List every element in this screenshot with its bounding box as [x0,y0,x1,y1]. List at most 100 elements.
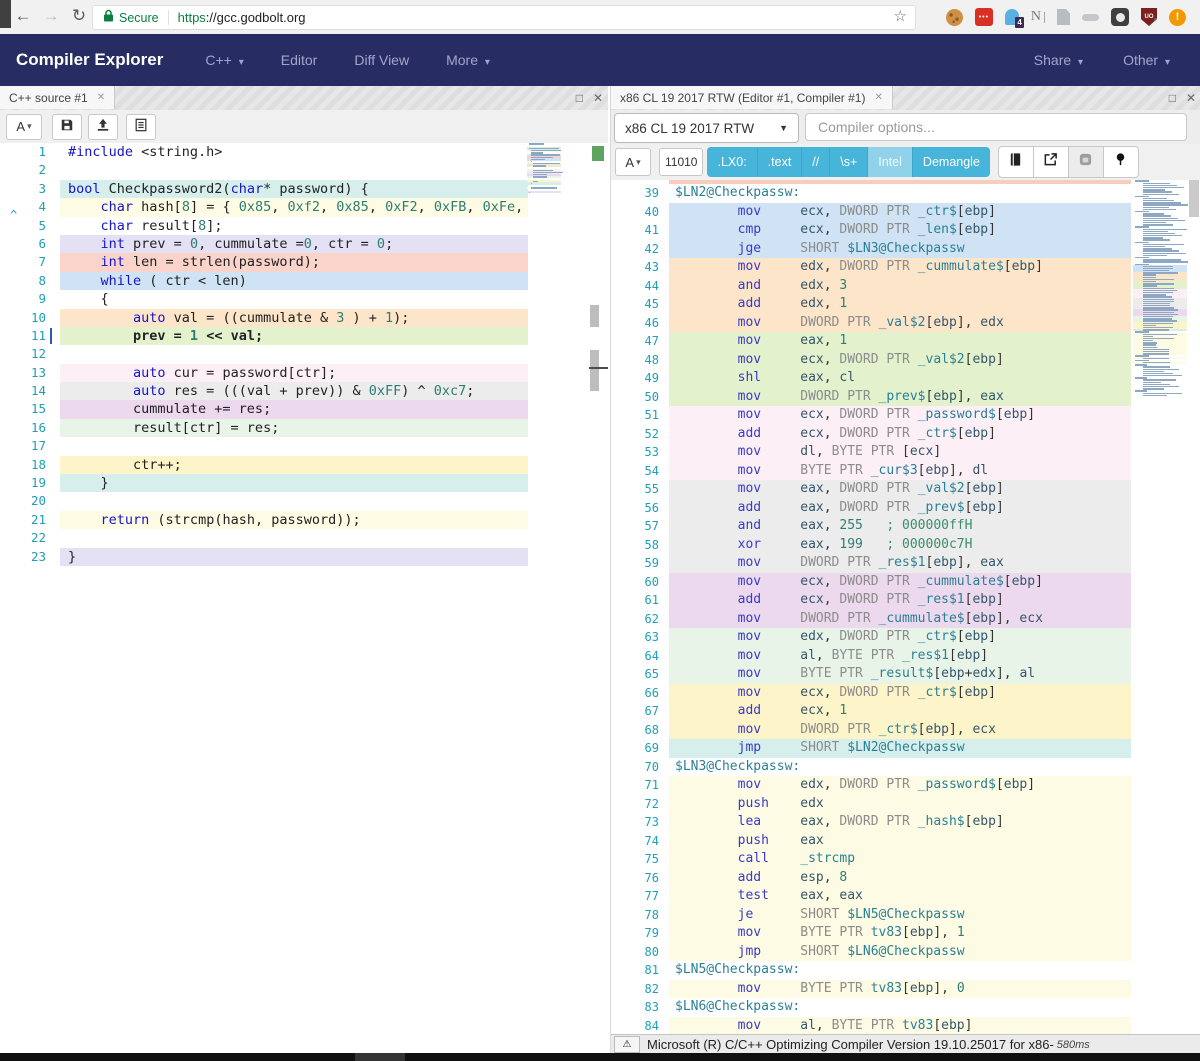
asm-code-line[interactable]: 50 mov DWORD PTR _prev$[ebp], eax [611,388,1200,407]
asm-code-line[interactable]: 83$LN6@Checkpassw: [611,998,1200,1017]
cookie-extension-icon[interactable] [946,9,963,26]
source-code-line[interactable]: 5 char result[8]; [0,217,608,235]
asm-code-line[interactable]: 57 and eax, 255 ; 000000ffH [611,517,1200,536]
source-code-line[interactable]: 22 [0,529,608,547]
maximize-icon[interactable]: □ [576,91,583,105]
asm-code-line[interactable]: 45 add edx, 1 [611,295,1200,314]
asm-code-line[interactable]: 42 jge SHORT $LN3@Checkpassw [611,240,1200,259]
fold-marker-icon[interactable]: ^ [10,208,17,222]
source-minimap[interactable] [527,143,561,193]
asm-code-line[interactable]: 75 call _strcmp [611,850,1200,869]
source-code-editor[interactable]: 1#include <string.h>23bool Checkpassword… [0,143,608,1053]
assembly-scrollbar-thumb[interactable] [1189,180,1199,217]
asm-code-line[interactable]: 67 add ecx, 1 [611,702,1200,721]
asm-code-line[interactable]: 48 mov ecx, DWORD PTR _val$2[ebp] [611,351,1200,370]
asm-code-line[interactable]: 53 mov dl, BYTE PTR [ecx] [611,443,1200,462]
document-extension-icon[interactable] [1057,9,1070,25]
source-code-line[interactable]: 18 ctr++; [0,456,608,474]
asm-code-line[interactable]: 66 mov ecx, DWORD PTR _ctr$[ebp] [611,684,1200,703]
asm-code-line[interactable]: 55 mov eax, DWORD PTR _val$2[ebp] [611,480,1200,499]
nav-item-editor[interactable]: Editor [281,52,318,68]
bookmark-star-icon[interactable]: ☆ [894,7,907,25]
paste-button[interactable] [126,114,156,140]
asm-code-line[interactable]: 70$LN3@Checkpassw: [611,758,1200,777]
library-button[interactable] [998,146,1034,178]
maximize-icon[interactable]: □ [1169,91,1176,105]
shield-extension-icon[interactable]: UO2 [1141,8,1157,26]
asm-code-line[interactable]: 80 jmp SHORT $LN6@Checkpassw [611,943,1200,962]
source-code-line[interactable]: 17 [0,437,608,455]
asm-code-line[interactable]: 56 add eax, DWORD PTR _prev$[ebp] [611,499,1200,518]
source-code-line[interactable]: 2 [0,161,608,179]
output-button[interactable] [1069,146,1104,178]
external-link-button[interactable] [1034,146,1069,178]
back-icon[interactable]: ← [10,3,36,29]
nav-item-more[interactable]: More ▾ [446,52,490,68]
app-brand[interactable]: Compiler Explorer [16,50,163,70]
nav-item-diff-view[interactable]: Diff View [354,52,409,68]
asm-code-line[interactable]: 62 mov DWORD PTR _cummulate$[ebp], ecx [611,610,1200,629]
close-icon[interactable]: ✕ [874,92,882,103]
source-code-line[interactable]: 10 auto val = ((cummulate & 3 ) + 1); [0,309,608,327]
asm-code-line[interactable]: 77 test eax, eax [611,887,1200,906]
source-code-line[interactable]: 20 [0,492,608,510]
password-manager-extension-icon[interactable]: ••• [975,8,993,26]
asm-code-line[interactable]: 41 cmp ecx, DWORD PTR _len$[ebp] [611,221,1200,240]
asm-code-line[interactable]: 74 push eax [611,832,1200,851]
filter-button-s[interactable]: \s+ [830,147,868,177]
source-code-line[interactable]: 8 while ( ctr < len) [0,272,608,290]
tab-compiler-output[interactable]: x86 CL 19 2017 RTW (Editor #1, Compiler … [611,86,893,109]
asm-code-line[interactable]: 84 mov al, BYTE PTR tv83[ebp] [611,1017,1200,1035]
source-code-line[interactable]: 12 [0,345,608,363]
close-icon[interactable]: ✕ [593,91,603,105]
save-button[interactable] [52,114,82,140]
source-code-line[interactable]: 23} [0,548,608,566]
asm-code-line[interactable]: 71 mov edx, DWORD PTR _password$[ebp] [611,776,1200,795]
asm-code-line[interactable]: 68 mov DWORD PTR _ctr$[ebp], ecx [611,721,1200,740]
warning-button[interactable]: ⚠ [614,1036,640,1053]
source-code-line[interactable]: 3bool Checkpassword2(char* password) { [0,180,608,198]
close-icon[interactable]: ✕ [1186,91,1196,105]
source-code-line[interactable]: 9 { [0,290,608,308]
font-size-button[interactable]: A▾ [615,148,651,176]
asm-code-line[interactable]: 72 push edx [611,795,1200,814]
asm-code-line[interactable]: 51 mov ecx, DWORD PTR _password$[ebp] [611,406,1200,425]
load-button[interactable] [88,114,118,140]
asm-code-line[interactable]: 44 and edx, 3 [611,277,1200,296]
address-bar[interactable]: Secure https://gcc.godbolt.org ☆ [92,5,916,30]
reload-icon[interactable]: ↻ [66,3,92,29]
asm-code-line[interactable]: 79 mov BYTE PTR tv83[ebp], 1 [611,924,1200,943]
binary-filter-button[interactable]: 11010 [659,148,703,176]
asm-code-line[interactable]: 64 mov al, BYTE PTR _res$1[ebp] [611,647,1200,666]
source-code-line[interactable]: 7 int len = strlen(password); [0,253,608,271]
asm-code-line[interactable]: 82 mov BYTE PTR tv83[ebp], 0 [611,980,1200,999]
nav-item-other[interactable]: Other ▾ [1123,52,1170,68]
source-code-line[interactable]: 15 cummulate += res; [0,400,608,418]
asm-code-line[interactable]: 59 mov DWORD PTR _res$1[ebp], eax [611,554,1200,573]
compiler-options-input[interactable] [805,113,1187,141]
source-code-line[interactable]: 1#include <string.h> [0,143,608,161]
pill-extension-icon[interactable] [1082,14,1099,21]
forward-icon[interactable]: → [38,3,64,29]
compiler-select[interactable]: x86 CL 19 2017 RTW ▼ [614,113,799,143]
pin-button[interactable] [1104,146,1139,178]
source-code-line[interactable]: 19 } [0,474,608,492]
asm-code-line[interactable]: 39$LN2@Checkpassw: [611,184,1200,203]
asm-code-line[interactable]: 49 shl eax, cl [611,369,1200,388]
asm-code-line[interactable]: 63 mov edx, DWORD PTR _ctr$[ebp] [611,628,1200,647]
tab-cpp-source[interactable]: C++ source #1 ✕ [0,86,115,109]
ghost-extension-icon[interactable]: 4 [1005,9,1019,25]
alert-extension-icon[interactable]: ! [1169,9,1186,26]
filter-button-intel[interactable]: Intel [868,147,913,177]
asm-code-line[interactable]: 60 mov ecx, DWORD PTR _cummulate$[ebp] [611,573,1200,592]
asm-code-line[interactable]: 47 mov eax, 1 [611,332,1200,351]
asm-code-line[interactable]: 81$LN5@Checkpassw: [611,961,1200,980]
nav-item-c-[interactable]: C++ ▾ [205,52,243,68]
asm-code-line[interactable]: 69 jmp SHORT $LN2@Checkpassw [611,739,1200,758]
close-icon[interactable]: ✕ [97,92,105,103]
horizontal-scrollbar[interactable] [0,1053,1200,1061]
filter-button-demangle[interactable]: Demangle [913,147,990,177]
source-code-line[interactable]: 4 char hash[8] = { 0x85, 0xf2, 0x85, 0xF… [0,198,608,216]
assembly-code-editor[interactable]: 39$LN2@Checkpassw:40 mov ecx, DWORD PTR … [611,180,1200,1034]
source-code-line[interactable]: 21 return (strcmp(hash, password)); [0,511,608,529]
